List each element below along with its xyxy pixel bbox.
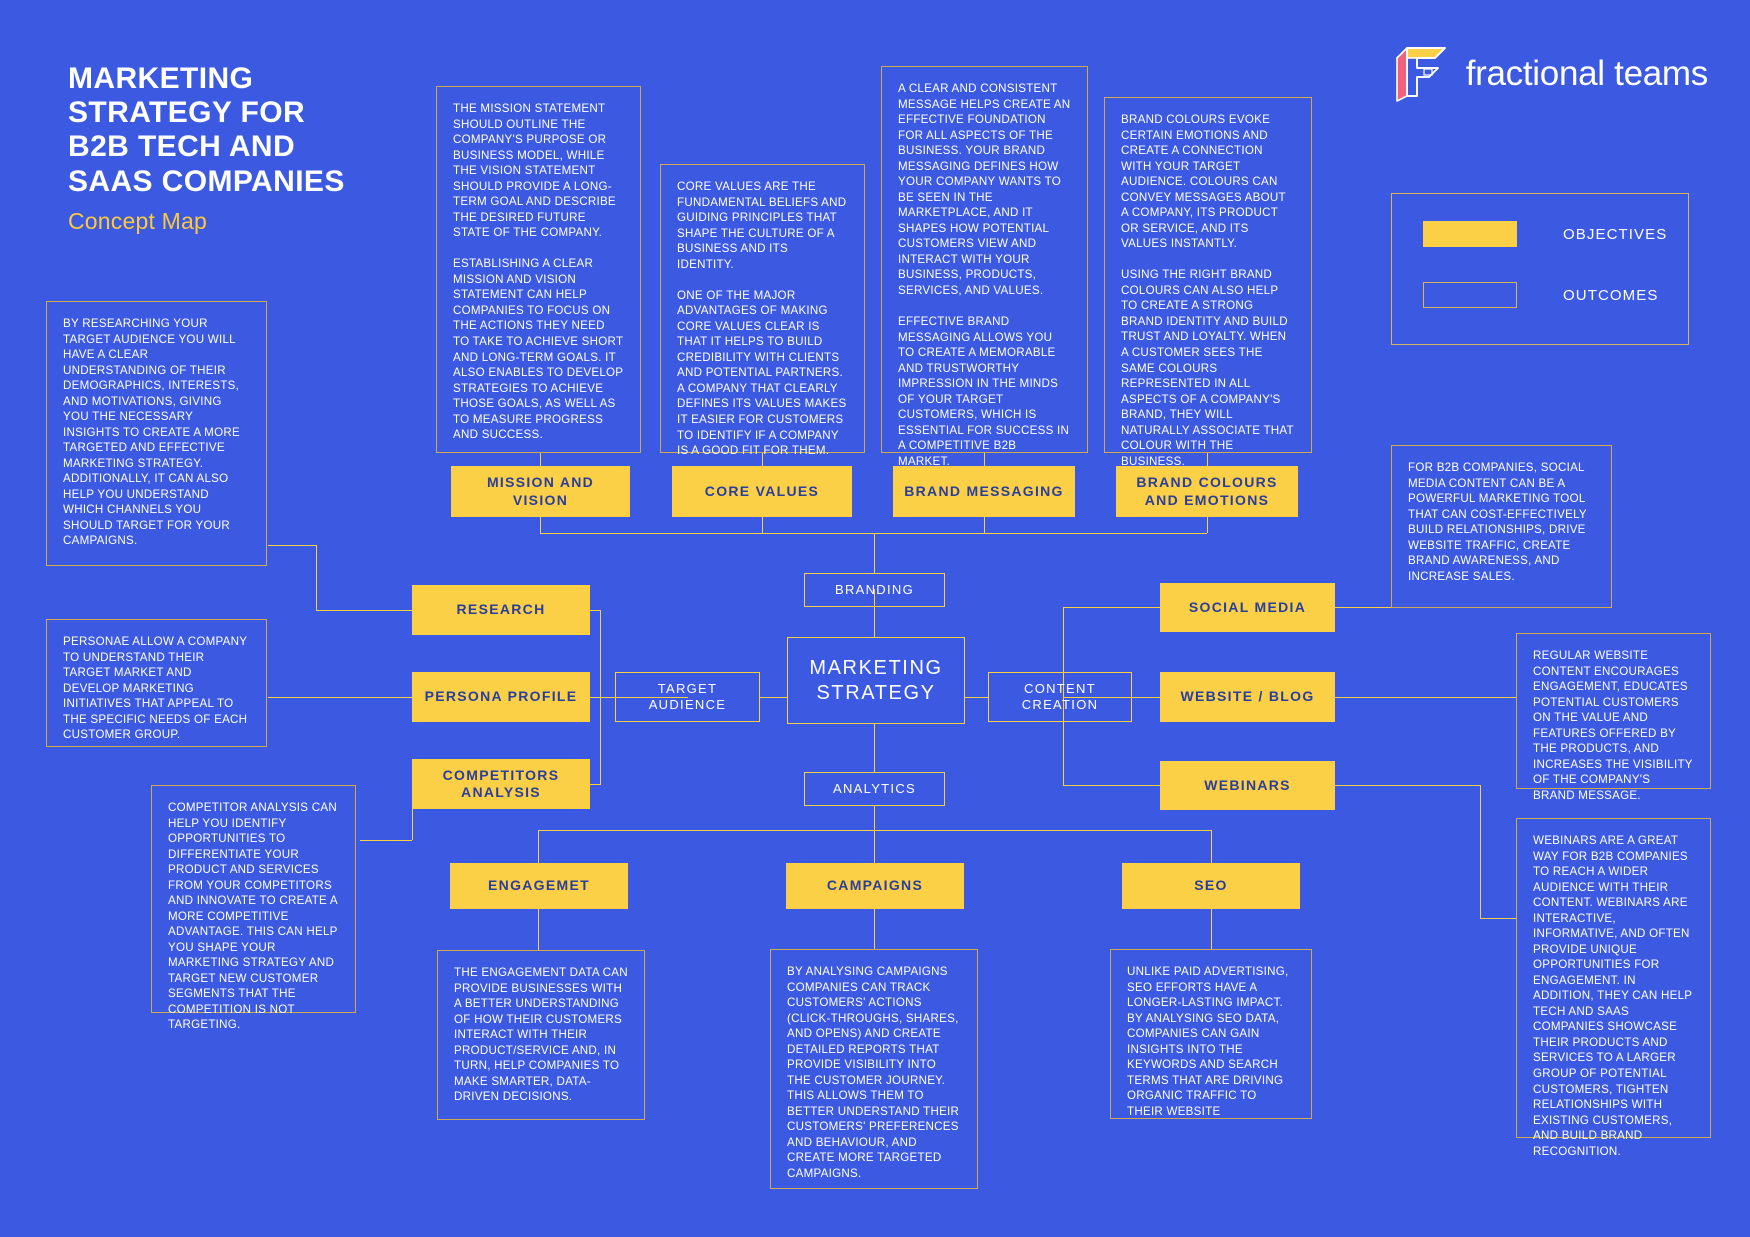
note-brand-messaging: A CLEAR AND CONSISTENT MESSAGE HELPS CRE… [881,66,1088,468]
connector-analytics-seo [1211,830,1212,863]
node-content-creation[interactable]: CONTENT CREATION [988,672,1132,722]
connector-center-analytics [874,724,875,773]
fractional-f-logo-icon [1395,47,1446,102]
node-persona-profile[interactable]: PERSONA PROFILE [412,672,590,722]
connector-persona-note [268,697,412,698]
legend-item-outcomes: OUTCOMES [1423,282,1658,308]
page-title: MARKETING STRATEGY FOR B2B TECH AND SAAS… [68,62,345,198]
connector-colours-note [1207,452,1208,466]
legend-item-objectives: OBJECTIVES [1423,221,1667,247]
connector-campaigns-note [874,908,875,949]
node-social-media[interactable]: SOCIAL MEDIA [1160,583,1335,632]
page-subtitle: Concept Map [68,207,207,234]
node-marketing-strategy[interactable]: MARKETING STRATEGY [787,637,965,724]
connector-website-note [1335,697,1516,698]
legend-label-objectives: OBJECTIVES [1563,225,1668,243]
note-core-values: CORE VALUES ARE THE FUNDAMENTAL BELIEFS … [660,164,865,457]
connector-research-note [268,545,316,546]
note-social-media: FOR B2B COMPANIES, SOCIAL MEDIA CONTENT … [1391,445,1612,608]
connector-research-note-h2 [316,610,412,611]
legend-label-outcomes: OUTCOMES [1563,286,1659,304]
node-branding[interactable]: BRANDING [804,573,945,607]
connector-mission-note [540,452,541,466]
note-mission-vision: THE MISSION STATEMENT SHOULD OUTLINE THE… [436,86,641,453]
note-persona: PERSONAE ALLOW A COMPANY TO UNDERSTAND T… [46,619,267,747]
connector-ta-vbus [600,610,601,785]
node-webinars[interactable]: WEBINARS [1160,761,1335,810]
title-block: MARKETING STRATEGY FOR B2B TECH AND SAAS… [68,62,345,235]
legend-swatch-outcomes [1423,282,1517,308]
legend-swatch-objectives [1423,221,1517,247]
node-target-audience[interactable]: TARGET AUDIENCE [615,672,760,722]
note-competitors: COMPETITOR ANALYSIS CAN HELP YOU IDENTIF… [151,785,356,1031]
connector-webinars-note-h2 [1480,918,1516,919]
node-brand-colours-and-emotions[interactable]: BRAND COLOURS AND EMOTIONS [1116,466,1298,517]
note-brand-colours: BRAND COLOURS EVOKE CERTAIN EMOTIONS AND… [1104,97,1312,468]
connector-analytics-camp [874,806,875,863]
connector-competitors-note [360,840,412,841]
node-mission-and-vision[interactable]: MISSION AND VISION [451,466,630,517]
note-research: BY RESEARCHING YOUR TARGET AUDIENCE YOU … [46,301,267,566]
node-core-values[interactable]: CORE VALUES [672,466,852,517]
connector-social-note [1335,607,1391,608]
brand-logo: fractional teams [1394,44,1708,104]
connector-branding-up [874,533,875,573]
legend: OBJECTIVES OUTCOMES [1391,193,1689,345]
connector-seo-note [1211,908,1212,950]
note-webinars: WEBINARS ARE A GREAT WAY FOR B2B COMPANI… [1516,818,1711,1158]
connector-center-target-audience [760,697,787,698]
connector-center-content-creation [965,697,988,698]
connector-engagement-note [538,908,539,950]
node-campaigns[interactable]: CAMPAIGNS [786,863,964,909]
connector-branding-bus [540,533,1207,534]
note-engagement: THE ENGAGEMENT DATA CAN PROVIDE BUSINESS… [437,950,645,1120]
node-website-blog[interactable]: WEBSITE / BLOG [1160,672,1335,722]
connector-webinars-note-v [1480,785,1481,918]
node-research[interactable]: RESEARCH [412,585,590,635]
logo-wordmark: fractional teams [1465,54,1709,93]
connector-cc-social [1063,607,1160,608]
note-website: REGULAR WEBSITE CONTENT ENCOURAGES ENGAG… [1516,633,1711,802]
connector-analytics-eng [538,830,539,863]
connector-research-note-v [316,545,317,610]
connector-webinars-note [1335,785,1480,786]
node-competitors-analysis[interactable]: COMPETITORS ANALYSIS [412,759,590,809]
concept-map-canvas: MARKETING STRATEGY FOR B2B TECH AND SAAS… [0,0,1750,1237]
connector-cc-webinars [1063,785,1160,786]
node-seo[interactable]: SEO [1122,863,1300,909]
note-seo: UNLIKE PAID ADVERTISING, SEO EFFORTS HAV… [1110,949,1312,1119]
node-analytics[interactable]: ANALYTICS [804,772,945,806]
node-engagement[interactable]: ENGAGEMET [450,863,628,909]
node-brand-messaging[interactable]: BRAND MESSAGING [893,466,1075,517]
connector-messaging-note [984,452,985,466]
note-campaigns: BY ANALYSING CAMPAIGNS COMPANIES CAN TRA… [770,949,978,1189]
